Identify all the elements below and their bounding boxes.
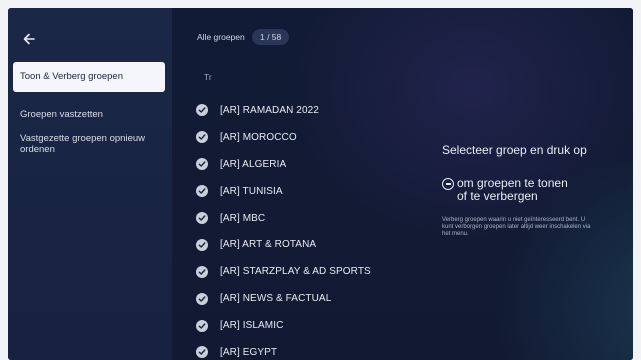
ok-button-icon	[442, 178, 454, 190]
checkmark-icon	[196, 131, 208, 144]
app-frame: Toon & Verberg groepen Groepen vastzette…	[8, 8, 633, 360]
checkmark-icon	[196, 346, 208, 359]
arrow-left-icon	[23, 33, 35, 45]
group-row[interactable]: [AR] EGYPT	[196, 339, 426, 360]
search-field[interactable]: Tr	[204, 72, 212, 82]
group-count-badge: 1 / 58	[252, 29, 290, 45]
sidebar: Toon & Verberg groepen Groepen vastzette…	[8, 8, 172, 360]
group-row[interactable]: [AR] TUNISIA	[196, 178, 426, 205]
group-row[interactable]: [AR] ART & ROTANA	[196, 231, 426, 258]
group-name: [AR] ART & ROTANA	[220, 239, 317, 251]
all-groups-label: Alle groepen	[197, 32, 245, 42]
checkmark-icon	[196, 185, 208, 198]
sidebar-item-pin-groups[interactable]: Groepen vastzetten	[13, 102, 165, 127]
group-row[interactable]: [AR] STARZPLAY & AD SPORTS	[196, 258, 426, 285]
group-name: [AR] STARZPLAY & AD SPORTS	[220, 266, 371, 278]
group-name: [AR] EGYPT	[220, 346, 278, 358]
main-panel: Alle groepen 1 / 58 Tr [AR] RAMADAN 2022…	[172, 8, 633, 360]
checkmark-icon	[196, 238, 208, 251]
group-row[interactable]: [AR] ISLAMIC	[196, 312, 426, 339]
group-name: [AR] RAMADAN 2022	[220, 104, 319, 116]
checkmark-icon	[196, 158, 208, 171]
group-row[interactable]: [AR] MBC	[196, 205, 426, 232]
group-row[interactable]: [AR] NEWS & FACTUAL	[196, 285, 426, 312]
checkmark-icon	[196, 104, 208, 117]
sidebar-item-show-hide-groups[interactable]: Toon & Verberg groepen	[13, 62, 165, 92]
checkmark-icon	[196, 212, 208, 224]
info-instruction-text: om groepen te tonen of te verbergen	[457, 176, 568, 203]
info-instruction: om groepen te tonen of te verbergen	[442, 177, 568, 203]
back-button[interactable]	[22, 32, 38, 48]
info-description: Verberg groepen waarin u niet geïnteress…	[442, 217, 591, 237]
group-row[interactable]: [AR] MOROCCO	[196, 124, 426, 151]
group-row[interactable]: [AR] ALGERIA	[196, 151, 426, 178]
group-name: [AR] MBC	[220, 212, 266, 224]
sidebar-item-reorder-pinned-groups[interactable]: Vastgezette groepen opnieuw ordenen	[13, 126, 165, 162]
group-name: [AR] TUNISIA	[220, 185, 283, 197]
group-row[interactable]: [AR] RAMADAN 2022	[196, 97, 426, 124]
checkmark-icon	[196, 265, 208, 278]
group-name: [AR] ISLAMIC	[220, 320, 284, 332]
info-title: Selecteer groep en druk op	[442, 143, 587, 157]
group-list: [AR] RAMADAN 2022 [AR] MOROCCO [AR] ALGERI…	[196, 97, 426, 360]
group-name: [AR] ALGERIA	[220, 158, 287, 170]
checkmark-icon	[196, 319, 208, 332]
checkmark-icon	[196, 292, 208, 305]
group-name: [AR] NEWS & FACTUAL	[220, 293, 332, 305]
group-name: [AR] MOROCCO	[220, 131, 297, 143]
